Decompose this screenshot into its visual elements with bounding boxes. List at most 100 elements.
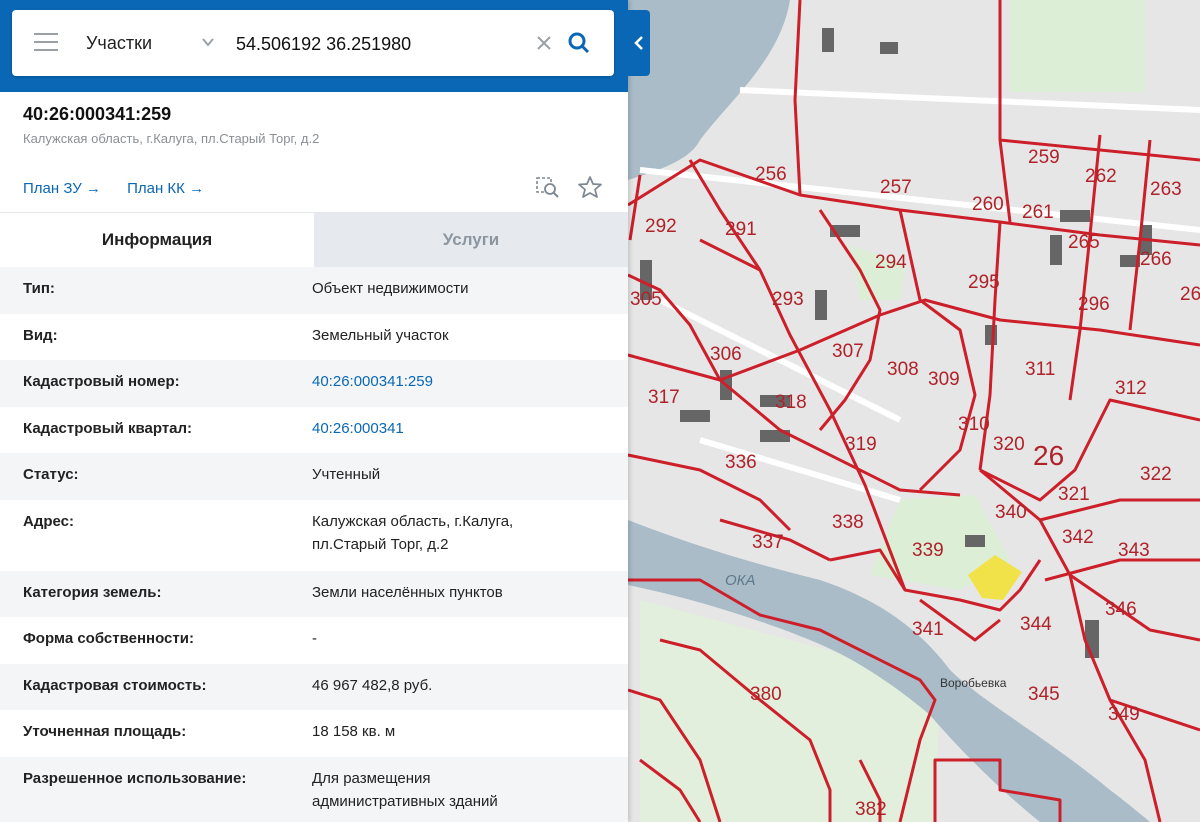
info-table: Тип: Объект недвижимости Вид: Земельный уч… — [0, 267, 628, 822]
parcel-label: 340 — [995, 502, 1027, 523]
parcel-label: 256 — [755, 164, 787, 185]
info-row: Кадастровый номер: 40:26:000341:259 — [0, 360, 628, 407]
parcel-label: 343 — [1118, 540, 1150, 561]
row-value: Калужская область, г.Калуга, пл.Старый То… — [312, 497, 605, 571]
usage-line-1: Для размещения — [312, 770, 431, 787]
parcel-label: 261 — [1022, 202, 1054, 223]
parcel-label: 292 — [645, 216, 677, 237]
row-key: Статус: — [23, 466, 79, 483]
parcel-label: 309 — [928, 369, 960, 390]
parcel-label: 310 — [958, 414, 990, 435]
info-panel: Участки 40:26:000341:259 Калужская облас… — [0, 0, 628, 822]
cadastral-number-title: 40:26:000341:259 — [23, 104, 172, 124]
parcel-label: 295 — [968, 272, 1000, 293]
row-key: Кадастровый квартал: — [23, 420, 193, 437]
parcel-label: 346 — [1105, 599, 1137, 620]
zoom-to-icon[interactable] — [535, 176, 560, 203]
parcel-label: 317 — [648, 387, 680, 408]
info-row: Форма собственности: - — [0, 617, 628, 664]
parcel-label: 306 — [710, 344, 742, 365]
parcel-label: 312 — [1115, 378, 1147, 399]
row-value: 18 158 кв. м — [312, 723, 396, 740]
parcel-label: 338 — [832, 512, 864, 533]
parcel-label: 265 — [1068, 232, 1100, 253]
parcel-label: 320 — [993, 434, 1025, 455]
top-bar: Участки — [0, 0, 628, 92]
layer-select[interactable]: Участки — [86, 10, 152, 76]
parcel-label: 349 — [1108, 704, 1140, 725]
parcel-label: 341 — [912, 619, 944, 640]
row-value: - — [312, 630, 317, 647]
quarter-label: 26 — [1033, 440, 1064, 471]
info-row: Вид: Земельный участок — [0, 314, 628, 360]
parcel-label: 307 — [832, 341, 864, 362]
info-row: Тип: Объект недвижимости — [0, 267, 628, 314]
usage-line-2: административных зданий — [312, 793, 498, 810]
row-key: Адрес: — [23, 513, 74, 530]
info-row: Категория земель: Земли населённых пункто… — [0, 571, 628, 617]
cad-number-link[interactable]: 40:26:000341:259 — [312, 357, 605, 407]
parcel-label: 336 — [725, 452, 757, 473]
tab-services[interactable]: Услуги — [314, 213, 628, 267]
row-value: Учтенный — [312, 466, 381, 483]
parcel-label: 342 — [1062, 527, 1094, 548]
clear-icon[interactable] — [536, 35, 552, 51]
parcel-label: 291 — [725, 219, 757, 240]
collapse-icon — [634, 36, 643, 50]
parcel-label: 339 — [912, 540, 944, 561]
info-row: Уточненная площадь: 18 158 кв. м — [0, 710, 628, 757]
parcel-label: 268 — [1180, 284, 1200, 305]
menu-icon[interactable] — [34, 33, 58, 53]
search-icon[interactable] — [568, 32, 590, 54]
parcel-label: 337 — [752, 532, 784, 553]
parcel-label: 294 — [875, 252, 907, 273]
info-row: Кадастровая стоимость: 46 967 482,8 руб. — [0, 664, 628, 710]
parcel-label: 319 — [845, 434, 877, 455]
row-key: Кадастровый номер: — [23, 373, 180, 390]
tab-information[interactable]: Информация — [0, 213, 314, 267]
parcel-label: 296 — [1078, 294, 1110, 315]
row-key: Разрешенное использование: — [23, 770, 247, 787]
search-box: Участки — [12, 10, 614, 78]
parcel-label: 345 — [1028, 684, 1060, 705]
parcel-label: 262 — [1085, 166, 1117, 187]
row-value: 46 967 482,8 руб. — [312, 677, 433, 694]
parcel-label: 344 — [1020, 614, 1052, 635]
parcel-label: 380 — [750, 684, 782, 705]
object-address: Калужская область, г.Калуга, пл.Старый Т… — [23, 131, 320, 146]
parcel-label: 266 — [1140, 249, 1172, 270]
info-row: Кадастровый квартал: 40:26:000341 — [0, 407, 628, 453]
cad-quarter-link[interactable]: 40:26:000341 — [312, 404, 605, 453]
chevron-down-icon[interactable] — [202, 36, 214, 48]
parcel-label: 382 — [855, 799, 887, 820]
parcel-label: 260 — [972, 194, 1004, 215]
row-value: Объект недвижимости — [312, 280, 469, 297]
object-header: 40:26:000341:259 Калужская область, г.Ка… — [0, 92, 628, 212]
row-key: Кадастровая стоимость: — [23, 677, 207, 694]
collapse-panel-button[interactable] — [628, 10, 650, 76]
place-label: Воробьевка — [940, 676, 1007, 690]
row-key: Категория земель: — [23, 584, 162, 601]
row-value: Земли населённых пунктов — [312, 584, 503, 601]
row-value: Земельный участок — [312, 327, 449, 344]
parcel-label: 257 — [880, 177, 912, 198]
river-label: ОКА — [725, 572, 756, 589]
row-key: Тип: — [23, 280, 55, 297]
parcel-label: 259 — [1028, 147, 1060, 168]
info-row: Статус: Учтенный — [0, 453, 628, 500]
parcel-label: 293 — [772, 289, 804, 310]
info-row: Адрес: Калужская область, г.Калуга, пл.Ста… — [0, 500, 628, 571]
parcel-label: 305 — [630, 289, 662, 310]
star-icon[interactable] — [578, 176, 602, 203]
row-key: Вид: — [23, 327, 58, 344]
address-line-1: Калужская область, г.Калуга, — [312, 513, 514, 530]
plan-zu-link[interactable]: План ЗУ → — [23, 180, 101, 197]
search-input[interactable] — [234, 10, 528, 78]
plan-kk-link[interactable]: План КК → — [127, 180, 204, 197]
info-row: Разрешенное использование: Для размещения… — [0, 757, 628, 822]
parcel-label: 263 — [1150, 179, 1182, 200]
parcel-label: 318 — [775, 392, 807, 413]
parcel-label: 321 — [1058, 484, 1090, 505]
tabs: Информация Услуги — [0, 212, 628, 267]
parcel-label: 308 — [887, 359, 919, 380]
